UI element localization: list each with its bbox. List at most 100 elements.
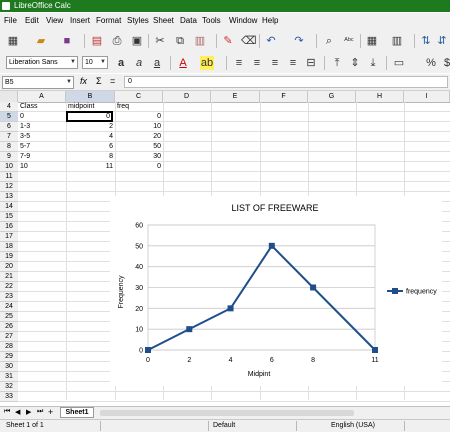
cell-b9[interactable]: 8 [66,152,113,162]
menu-format[interactable]: Format [96,16,121,25]
column-icon[interactable]: ▥ [390,34,404,48]
row-header-30[interactable]: 30 [0,362,18,372]
cell-c8[interactable]: 50 [115,142,161,152]
undo-icon[interactable]: ↶ [264,34,278,48]
row-header-26[interactable]: 26 [0,322,18,332]
copy-icon[interactable]: ⧉ [173,34,187,48]
row-header-9[interactable]: 9 [0,152,18,162]
menu-file[interactable]: File [4,16,17,25]
number-format-icon[interactable]: ▭ [392,56,406,70]
cut-icon[interactable]: ✂ [153,34,167,48]
italic-icon[interactable]: a [132,56,146,70]
percent-icon[interactable]: % [424,56,438,70]
align-middle-icon[interactable]: ⇕ [348,56,362,70]
cell-c7[interactable]: 20 [115,132,161,142]
row-header-4[interactable]: 4 [0,102,18,112]
menu-edit[interactable]: Edit [25,16,39,25]
align-left-icon[interactable]: ≡ [232,56,246,70]
cell-b8[interactable]: 6 [66,142,113,152]
open-icon[interactable]: ▰ [34,34,48,48]
row-header-25[interactable]: 25 [0,312,18,322]
function-wizard-icon[interactable]: fx [80,76,87,86]
row-header-13[interactable]: 13 [0,192,18,202]
cell-c6[interactable]: 10 [115,122,161,132]
row-header-6[interactable]: 6 [0,122,18,132]
redo-icon[interactable]: ↷ [292,34,306,48]
cell-b5-selected[interactable]: 0 [66,111,113,122]
font-size-box[interactable]: 10 ▼ [82,56,108,69]
bold-icon[interactable]: a [114,56,128,70]
column-header-b[interactable]: B [66,91,115,102]
row-header-29[interactable]: 29 [0,352,18,362]
menu-data[interactable]: Data [180,16,197,25]
column-header-a[interactable]: A [18,91,66,102]
sum-icon[interactable]: Σ [96,76,102,86]
export-pdf-icon[interactable]: ▤ [90,34,104,48]
row-icon[interactable]: ▦ [365,34,379,48]
row-header-15[interactable]: 15 [0,212,18,222]
print-icon[interactable]: ⎙ [110,34,124,48]
font-name-box[interactable]: Liberation Sans ▼ [6,56,78,69]
row-header-10[interactable]: 10 [0,162,18,172]
row-header-16[interactable]: 16 [0,222,18,232]
chart-object[interactable]: LIST OF FREEWARE Midpint Frequency 0 10 20… [110,196,442,386]
sort-asc-icon[interactable]: ⇅ [419,34,433,48]
row-header-19[interactable]: 19 [0,252,18,262]
row-header-33[interactable]: 33 [0,392,18,402]
cell-a5[interactable]: 0 [20,112,24,122]
cell-c9[interactable]: 30 [115,152,161,162]
select-all-corner[interactable] [0,91,18,102]
menu-styles[interactable]: Styles [127,16,149,25]
name-box[interactable]: B5 ▼ [2,76,74,89]
cell-a4[interactable]: Class [20,102,38,112]
paste-icon[interactable]: ▥ [193,34,207,48]
row-header-14[interactable]: 14 [0,202,18,212]
row-header-11[interactable]: 11 [0,172,18,182]
menu-tools[interactable]: Tools [202,16,221,25]
column-header-h[interactable]: H [356,91,404,102]
status-page-style[interactable]: Default [213,422,235,429]
horizontal-scrollbar[interactable] [100,410,354,416]
column-header-i[interactable]: I [404,91,450,102]
align-center-icon[interactable]: ≡ [250,56,264,70]
sheet-tab-sheet1[interactable]: Sheet1 [60,407,94,418]
column-header-g[interactable]: G [308,91,356,102]
column-header-e[interactable]: E [211,91,260,102]
row-header-18[interactable]: 18 [0,242,18,252]
cell-c10[interactable]: 0 [115,162,161,172]
cell-b7[interactable]: 4 [66,132,113,142]
column-header-c[interactable]: C [115,91,163,102]
cell-c4[interactable]: freq [117,102,129,112]
align-bottom-icon[interactable]: ⤓ [366,56,380,70]
new-icon[interactable]: ▦ [6,34,20,48]
clear-icon[interactable]: ⌫ [241,34,257,48]
justify-icon[interactable]: ≡ [286,56,300,70]
row-header-23[interactable]: 23 [0,292,18,302]
add-sheet-icon[interactable]: + [48,407,53,417]
save-icon[interactable]: ■ [60,34,74,48]
sort-desc-icon[interactable]: ⇵ [435,34,449,48]
row-header-31[interactable]: 31 [0,372,18,382]
row-header-32[interactable]: 32 [0,382,18,392]
row-header-17[interactable]: 17 [0,232,18,242]
find-icon[interactable]: ⌕ [322,34,336,48]
row-header-7[interactable]: 7 [0,132,18,142]
menu-sheet[interactable]: Sheet [153,16,174,25]
status-language[interactable]: English (USA) [331,422,375,429]
cell-a10[interactable]: 10 [20,162,28,172]
last-sheet-icon[interactable]: ⏭ [37,408,43,416]
menu-window[interactable]: Window [229,16,257,25]
wrap-icon[interactable]: ⊟ [304,56,318,70]
row-header-24[interactable]: 24 [0,302,18,312]
font-color-icon[interactable]: A [176,56,190,70]
row-header-20[interactable]: 20 [0,262,18,272]
row-header-21[interactable]: 21 [0,272,18,282]
column-header-d[interactable]: D [163,91,211,102]
prev-sheet-icon[interactable]: ◀ [15,408,20,416]
row-header-28[interactable]: 28 [0,342,18,352]
underline-icon[interactable]: a [150,56,164,70]
menu-insert[interactable]: Insert [70,16,90,25]
row-header-22[interactable]: 22 [0,282,18,292]
cell-b10[interactable]: 11 [66,162,113,172]
currency-icon[interactable]: $ [440,56,450,70]
